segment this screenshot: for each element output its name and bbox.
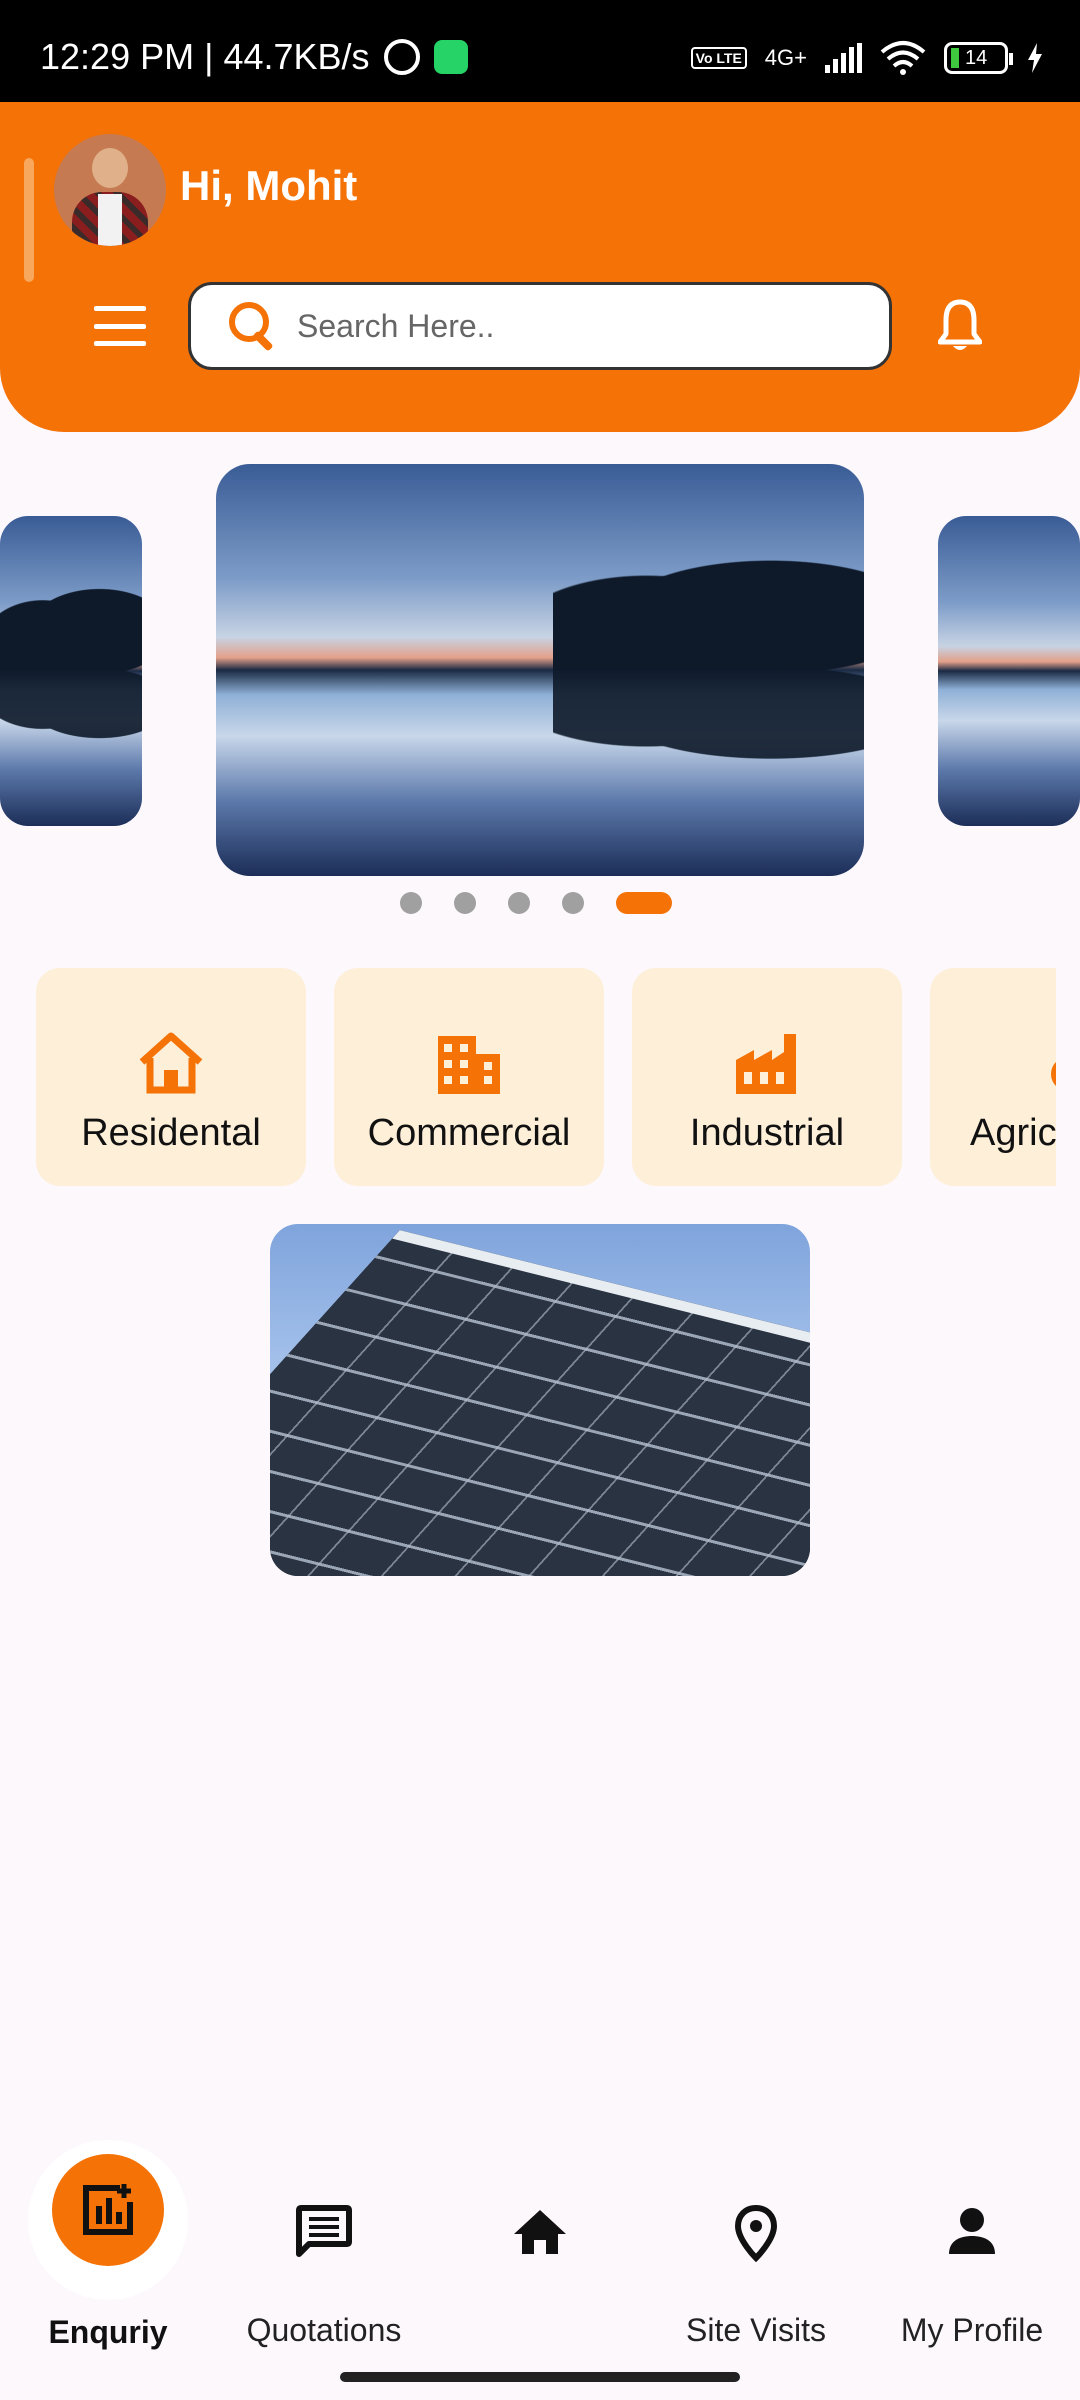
bottom-navigation: Enquriy Quotations Site Visits My Profil… [0,2140,1080,2400]
nav-label: Site Visits [686,2312,826,2348]
category-commercial[interactable]: Commercial [334,968,604,1186]
search-bar[interactable] [188,282,892,370]
status-time: 12:29 PM | 44.7KB/s [40,36,370,77]
battery-icon: 14 [944,42,1013,74]
solar-panel-banner[interactable] [270,1224,810,1576]
category-industrial[interactable]: Industrial [632,968,902,1186]
nav-label: Quotations [246,2312,402,2348]
category-label: Commercial [367,1112,571,1154]
nav-quotations[interactable]: Quotations [216,2164,432,2364]
charging-icon [1028,43,1042,73]
carousel-dot[interactable] [454,892,476,914]
whatsapp-icon [433,40,468,74]
location-pin-icon [734,2204,778,2262]
tractor-icon [1051,1061,1056,1087]
carousel-slide-current[interactable] [216,464,864,876]
battery-level: 14 [965,46,988,69]
home-icon [514,2210,566,2254]
nav-site-visits[interactable]: Site Visits [648,2164,864,2364]
carousel-dot[interactable] [562,892,584,914]
category-label: Industrial [689,1112,845,1154]
category-label: Agric [970,1112,1056,1154]
carousel-dot-active[interactable] [616,892,672,914]
add-chart-icon [83,2184,133,2235]
system-home-indicator[interactable] [340,2372,740,2382]
avatar[interactable] [54,134,166,246]
notification-bell-icon[interactable] [938,298,982,354]
category-list: Residental Commercial Industrial Agric [36,968,1056,1188]
building-icon [438,1036,500,1094]
nav-my-profile[interactable]: My Profile [864,2164,1080,2364]
nav-label: Enquriy [48,2314,168,2350]
wifi-icon [880,41,926,75]
signal-icon [825,43,862,73]
header-accent [24,158,34,282]
message-icon [296,2205,352,2257]
status-bar: 12:29 PM | 44.7KB/s Vo LTE 4G+ 14 [0,0,1080,102]
category-label: Residental [81,1112,261,1154]
search-icon [227,300,279,352]
category-agricultural[interactable]: Agric [930,968,1056,1186]
factory-icon [736,1034,796,1094]
carousel-slide-previous[interactable] [0,516,142,826]
greeting-text: Hi, Mohit [180,162,358,209]
person-icon [949,2208,995,2254]
nav-enquiry[interactable]: Enquriy [0,2140,216,2364]
carousel-indicator [400,892,672,914]
nav-label: My Profile [900,2312,1044,2348]
alarm-icon [383,39,420,75]
nav-home[interactable] [432,2164,648,2364]
carousel-dot[interactable] [400,892,422,914]
house-icon [139,1032,203,1094]
app-header: Hi, Mohit [0,102,1080,432]
hamburger-menu-icon[interactable] [94,306,146,346]
category-residential[interactable]: Residental [36,968,306,1186]
volte-icon: Vo LTE [690,47,747,69]
search-input[interactable] [297,307,857,345]
network-type: 4G+ [764,45,807,70]
carousel-slide-next[interactable] [938,516,1080,826]
carousel-dot[interactable] [508,892,530,914]
